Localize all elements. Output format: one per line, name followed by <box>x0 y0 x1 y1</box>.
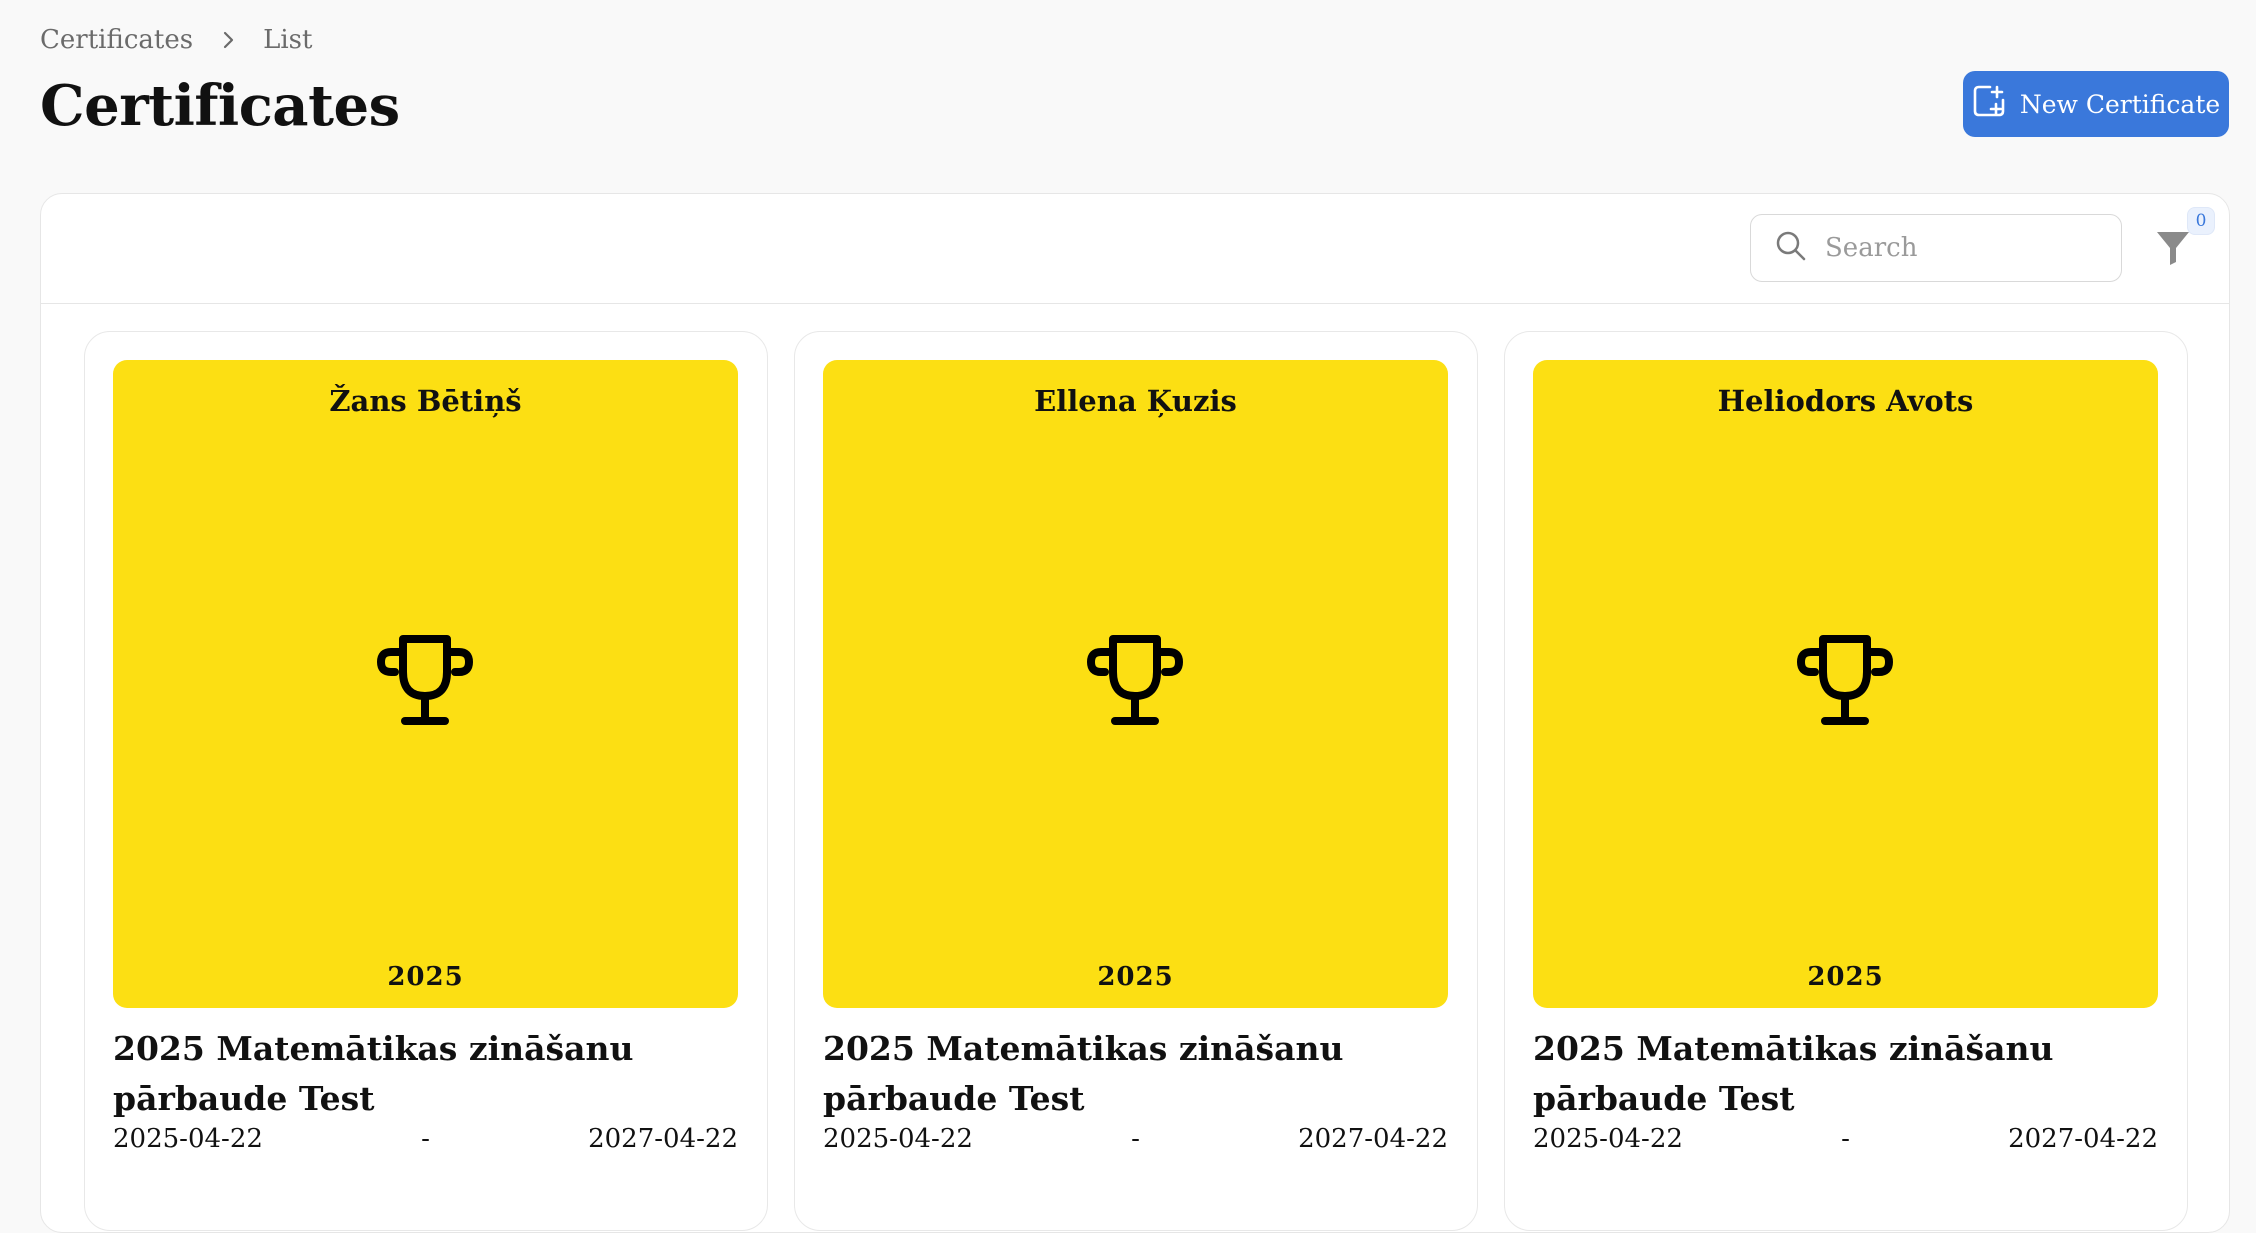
date-separator: - <box>1841 1124 1850 1154</box>
certificate-card[interactable]: Heliodors Avots 2025 2025 Matemātikas zi… <box>1504 331 2188 1231</box>
certificate-year: 2025 <box>1807 962 1884 992</box>
certificate-end-date: 2027-04-22 <box>588 1124 738 1154</box>
certificate-dates: 2025-04-22 - 2027-04-22 <box>823 1124 1448 1154</box>
certificate-dates: 2025-04-22 - 2027-04-22 <box>113 1124 738 1154</box>
breadcrumb-item-certificates[interactable]: Certificates <box>40 25 193 55</box>
breadcrumb-item-list: List <box>263 25 313 55</box>
date-separator: - <box>421 1124 430 1154</box>
new-certificate-button[interactable]: New Certificate <box>1963 71 2229 137</box>
certificate-dates: 2025-04-22 - 2027-04-22 <box>1533 1124 2158 1154</box>
certificate-start-date: 2025-04-22 <box>113 1124 263 1154</box>
certificate-card[interactable]: Žans Bētiņš 2025 2025 Matemātikas zināša… <box>84 331 768 1231</box>
certificate-year: 2025 <box>1097 962 1174 992</box>
date-separator: - <box>1131 1124 1140 1154</box>
trophy-icon <box>376 635 474 725</box>
certificate-recipient: Ellena Ķuzis <box>1034 384 1237 418</box>
page-title: Certificates <box>40 73 400 139</box>
certificate-preview: Žans Bētiņš 2025 <box>113 360 738 1008</box>
trophy-icon <box>1796 635 1894 725</box>
certificate-year: 2025 <box>387 962 464 992</box>
certificate-start-date: 2025-04-22 <box>1533 1124 1683 1154</box>
search-box[interactable] <box>1750 214 2122 282</box>
certificate-recipient: Žans Bētiņš <box>329 384 522 418</box>
certificate-start-date: 2025-04-22 <box>823 1124 973 1154</box>
new-certificate-label: New Certificate <box>2019 89 2221 119</box>
certificate-title: 2025 Matemātikas zināšanu pārbaude Test <box>823 1029 1344 1118</box>
filter-count-badge: 0 <box>2188 208 2214 234</box>
breadcrumb: Certificates List <box>40 20 312 60</box>
certificate-preview: Heliodors Avots 2025 <box>1533 360 2158 1008</box>
chevron-right-icon <box>215 27 241 53</box>
search-input[interactable] <box>1823 232 2107 264</box>
certificate-title: 2025 Matemātikas zināšanu pārbaude Test <box>113 1029 634 1118</box>
certificate-recipient: Heliodors Avots <box>1717 384 1974 418</box>
certificate-end-date: 2027-04-22 <box>1298 1124 1448 1154</box>
certificates-panel: 0 Žans Bētiņš 2025 2025 Matemātikas zinā… <box>40 193 2230 1233</box>
new-document-plus-icon <box>1972 84 2006 124</box>
search-icon <box>1775 230 1807 266</box>
certificate-card[interactable]: Ellena Ķuzis 2025 2025 Matemātikas zināš… <box>794 331 1478 1231</box>
table-toolbar: 0 <box>41 194 2229 304</box>
certificate-preview: Ellena Ķuzis 2025 <box>823 360 1448 1008</box>
funnel-icon <box>2155 229 2191 271</box>
trophy-icon <box>1086 635 1184 725</box>
certificate-end-date: 2027-04-22 <box>2008 1124 2158 1154</box>
certificate-title: 2025 Matemātikas zināšanu pārbaude Test <box>1533 1029 2054 1118</box>
